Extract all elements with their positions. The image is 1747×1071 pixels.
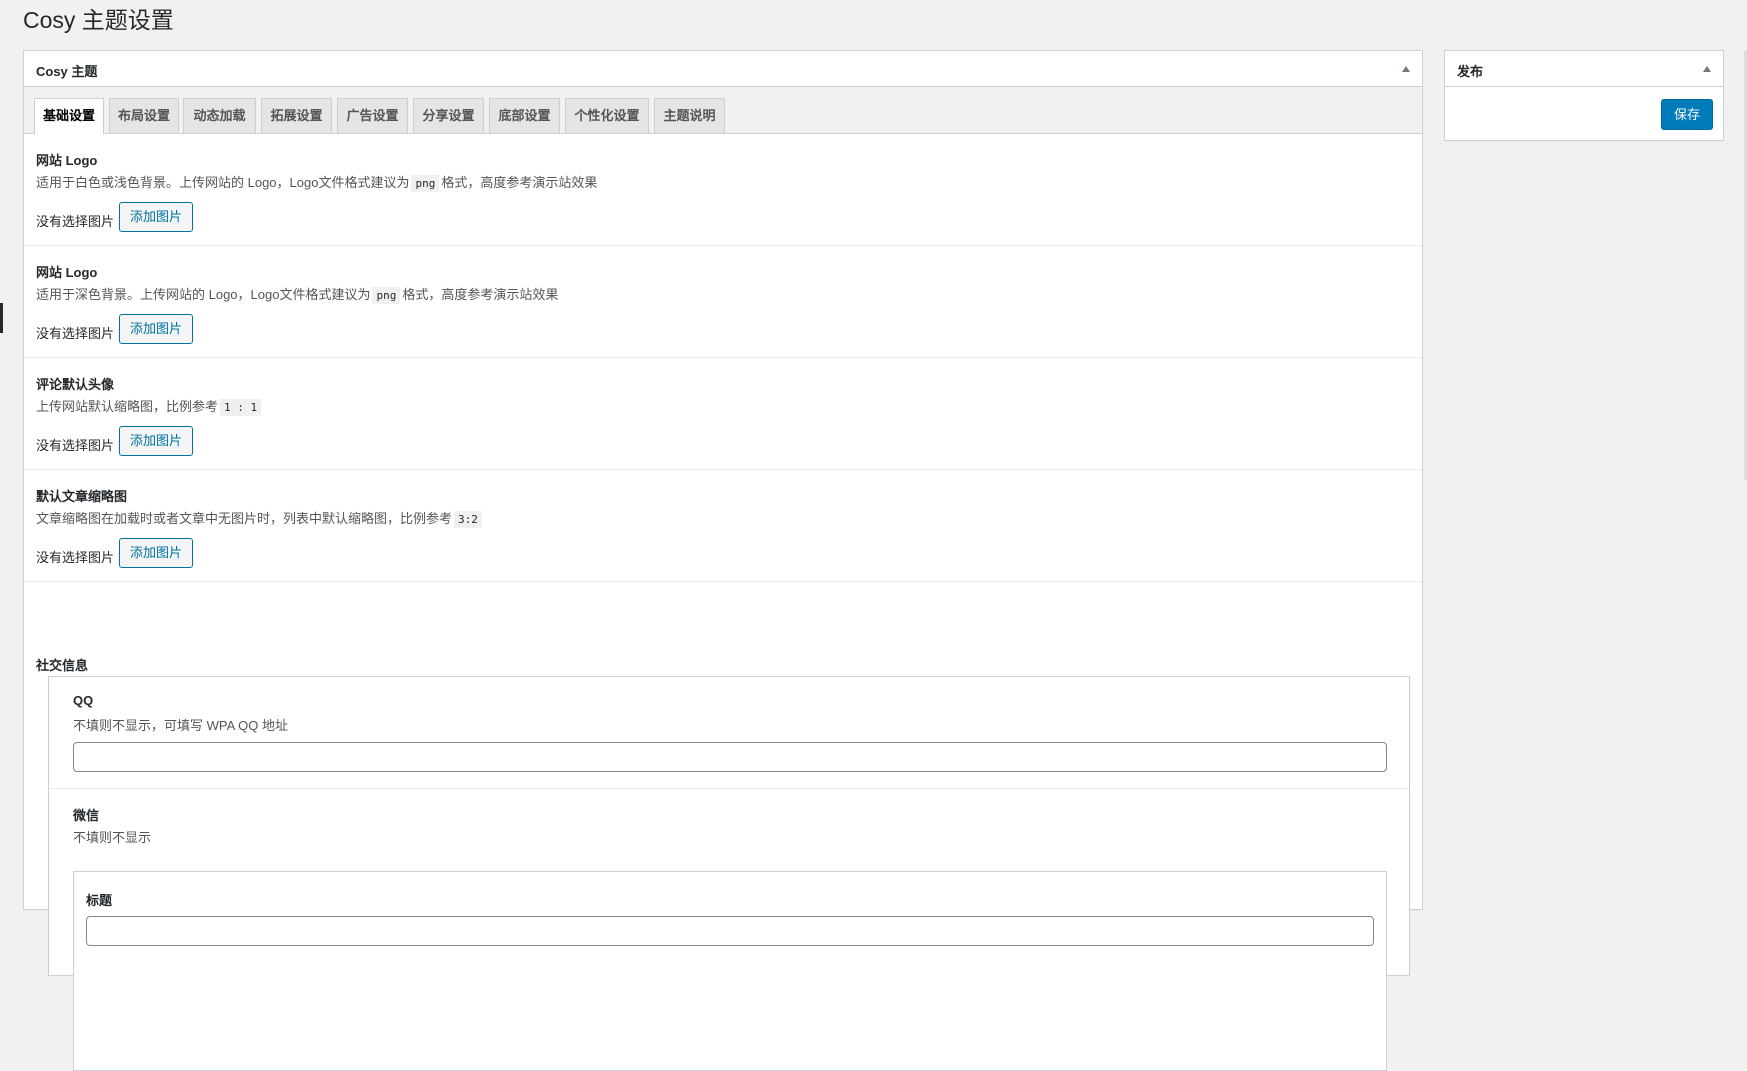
field-logo-dark: 网站 Logo 适用于深色背景。上传网站的 Logo，Logo文件格式建议为 pn… bbox=[24, 246, 1422, 358]
field-logo-light: 网站 Logo 适用于白色或浅色背景。上传网站的 Logo，Logo文件格式建议… bbox=[24, 134, 1422, 246]
field-default-avatar: 评论默认头像 上传网站默认缩略图，比例参考 1 : 1 没有选择图片 添加图片 bbox=[24, 358, 1422, 470]
ratio-code: 1 : 1 bbox=[220, 399, 262, 416]
wechat-title: 微信 bbox=[73, 808, 100, 823]
publish-title: 发布 bbox=[1457, 64, 1484, 79]
wechat-description: 不填则不显示 bbox=[73, 830, 152, 845]
field-title: 网站 Logo bbox=[36, 153, 98, 168]
theme-settings-title: Cosy 主题 bbox=[36, 64, 98, 79]
collapse-triangle-icon[interactable] bbox=[1703, 66, 1711, 72]
add-image-button[interactable]: 添加图片 bbox=[119, 538, 193, 568]
field-title: 网站 Logo bbox=[36, 265, 98, 280]
add-image-button[interactable]: 添加图片 bbox=[119, 202, 193, 232]
wechat-field: 微信 不填则不显示 标题 bbox=[49, 789, 1409, 1071]
social-section-title: 社交信息 bbox=[36, 658, 89, 673]
qq-input[interactable] bbox=[73, 742, 1387, 772]
format-code: png bbox=[411, 175, 440, 192]
field-description: 上传网站默认缩略图，比例参考 1 : 1 bbox=[36, 396, 263, 416]
add-image-button[interactable]: 添加图片 bbox=[119, 314, 193, 344]
theme-settings-box: Cosy 主题 基础设置 布局设置 动态加载 拓展设置 广告设置 分享设置 底部… bbox=[23, 50, 1423, 1071]
social-fields: QQ 不填则不显示，可填写 WPA QQ 地址 微信 不填则不显示 标题 bbox=[48, 676, 1410, 1071]
ratio-code: 3:2 bbox=[454, 511, 482, 528]
settings-tabs: 基础设置 布局设置 动态加载 拓展设置 广告设置 分享设置 底部设置 个性化设置… bbox=[24, 87, 1422, 135]
field-title: 默认文章缩略图 bbox=[36, 489, 128, 504]
tab-theme-notes[interactable]: 主题说明 bbox=[654, 98, 725, 134]
desc-text: 适用于深色背景。上传网站的 Logo，Logo文件格式建议为 bbox=[36, 287, 371, 302]
no-image-label: 没有选择图片 bbox=[36, 214, 115, 229]
wechat-inner-title: 标题 bbox=[86, 893, 113, 908]
desc-text: 文章缩略图在加载时或者文章中无图片时，列表中默认缩略图，比例参考 bbox=[36, 511, 453, 526]
save-button[interactable]: 保存 bbox=[1661, 99, 1713, 130]
field-title: 评论默认头像 bbox=[36, 377, 115, 392]
wechat-group: 标题 bbox=[73, 871, 1387, 1071]
no-image-label: 没有选择图片 bbox=[36, 326, 115, 341]
admin-menu-edge bbox=[0, 303, 3, 333]
no-image-label: 没有选择图片 bbox=[36, 550, 115, 565]
field-description: 适用于白色或浅色背景。上传网站的 Logo，Logo文件格式建议为 png 格式，高… bbox=[36, 172, 598, 192]
tab-dynamic-loading[interactable]: 动态加载 bbox=[183, 98, 256, 134]
desc-text-after: 格式，高度参考演示站效果 bbox=[402, 287, 559, 302]
publish-box: 发布 保存 bbox=[1444, 50, 1724, 141]
qq-field: QQ 不填则不显示，可填写 WPA QQ 地址 bbox=[49, 677, 1409, 789]
tab-personalize[interactable]: 个性化设置 bbox=[565, 98, 649, 134]
tab-layout[interactable]: 布局设置 bbox=[109, 98, 179, 134]
desc-text-after: 格式，高度参考演示站效果 bbox=[441, 175, 598, 190]
desc-text: 上传网站默认缩略图，比例参考 bbox=[36, 399, 219, 414]
tab-extensions[interactable]: 拓展设置 bbox=[261, 98, 332, 134]
format-code: png bbox=[372, 287, 401, 304]
add-image-button[interactable]: 添加图片 bbox=[119, 426, 193, 456]
no-image-label: 没有选择图片 bbox=[36, 438, 115, 453]
publish-header[interactable]: 发布 bbox=[1445, 51, 1723, 87]
tab-share[interactable]: 分享设置 bbox=[413, 98, 484, 134]
desc-text: 适用于白色或浅色背景。上传网站的 Logo，Logo文件格式建议为 bbox=[36, 175, 410, 190]
theme-settings-header[interactable]: Cosy 主题 bbox=[24, 51, 1422, 87]
collapse-triangle-icon[interactable] bbox=[1402, 66, 1410, 72]
qq-title: QQ bbox=[73, 693, 94, 708]
tab-basic[interactable]: 基础设置 bbox=[34, 98, 104, 135]
tab-footer[interactable]: 底部设置 bbox=[489, 98, 560, 134]
page-title: Cosy 主题设置 bbox=[23, 7, 174, 33]
tab-ads[interactable]: 广告设置 bbox=[337, 98, 408, 134]
wechat-title-input[interactable] bbox=[86, 916, 1374, 946]
qq-description: 不填则不显示，可填写 WPA QQ 地址 bbox=[73, 718, 288, 733]
field-default-thumbnail: 默认文章缩略图 文章缩略图在加载时或者文章中无图片时，列表中默认缩略图，比例参考… bbox=[24, 470, 1422, 582]
field-description: 文章缩略图在加载时或者文章中无图片时，列表中默认缩略图，比例参考 3:2 bbox=[36, 508, 484, 528]
field-description: 适用于深色背景。上传网站的 Logo，Logo文件格式建议为 png 格式，高度参考… bbox=[36, 284, 559, 304]
